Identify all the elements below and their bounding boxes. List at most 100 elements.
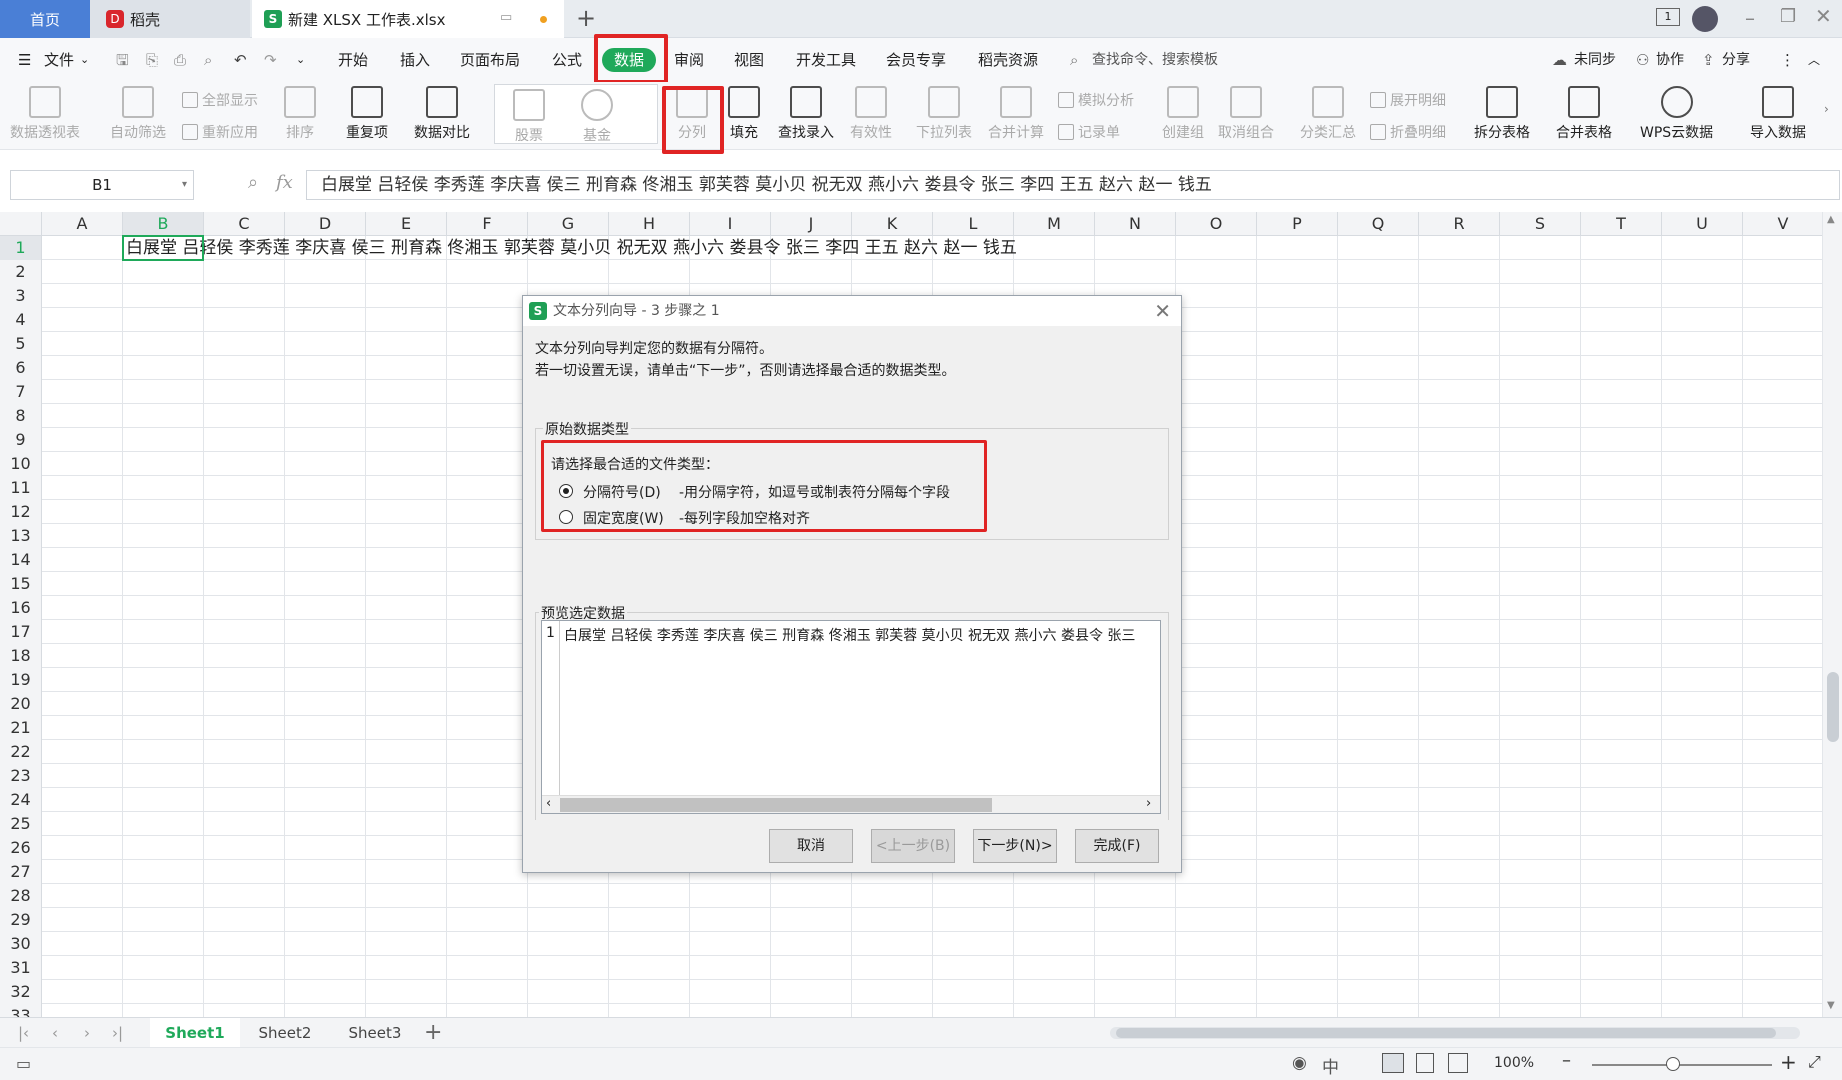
more-icon[interactable]: ⋮ [1780,48,1795,72]
next-sheet-icon[interactable]: › [84,1018,90,1048]
preview-scroll-thumb[interactable] [560,798,992,812]
column-header-v[interactable]: V [1743,212,1822,236]
tab-daoke[interactable]: D 稻壳 [90,0,250,38]
menu-review[interactable]: 审阅 [674,48,704,72]
row-header-25[interactable]: 25 [0,812,42,836]
show-all-button[interactable]: 全部显示 [182,90,258,110]
row-header-16[interactable]: 16 [0,596,42,620]
column-header-t[interactable]: T [1581,212,1662,236]
window-count-icon[interactable]: 1 [1656,8,1680,26]
simulate-button[interactable]: 模拟分析 [1058,90,1134,110]
row-header-8[interactable]: 8 [0,404,42,428]
next-button[interactable]: 下一步(N)> [973,829,1057,863]
wps-cloud-data-button[interactable]: WPS云数据 [1640,86,1713,142]
menu-insert[interactable]: 插入 [400,48,430,72]
restore-icon[interactable]: ❐ [1780,6,1796,27]
scroll-up-icon[interactable]: ▲ [1827,214,1835,225]
fill-button[interactable]: 填充 [728,86,760,142]
finish-button[interactable]: 完成(F) [1075,829,1159,863]
row-header-30[interactable]: 30 [0,932,42,956]
print-icon[interactable]: ⎙ [174,48,186,72]
export-icon[interactable]: ⎘ [146,48,158,72]
vertical-scroll-thumb[interactable] [1827,672,1839,742]
sync-status[interactable]: 未同步 [1574,48,1616,72]
merge-table-button[interactable]: 合并表格 [1556,86,1612,142]
row-header-19[interactable]: 19 [0,668,42,692]
avatar[interactable] [1692,6,1718,32]
row-header-18[interactable]: 18 [0,644,42,668]
share-button[interactable]: 分享 [1722,48,1750,72]
split-table-button[interactable]: 拆分表格 [1474,86,1530,142]
vertical-scrollbar[interactable]: ▲ ▼ [1822,212,1842,1017]
horizontal-scroll-thumb[interactable] [1116,1028,1776,1038]
expand-detail-button[interactable]: 展开明细 [1370,90,1446,110]
column-header-d[interactable]: D [285,212,366,236]
fullscreen-icon[interactable]: ⤢ [1808,1052,1821,1072]
row-header-6[interactable]: 6 [0,356,42,380]
row-header-5[interactable]: 5 [0,332,42,356]
share-icon[interactable]: ⇪ [1702,48,1715,72]
row-header-29[interactable]: 29 [0,908,42,932]
consolidate-button[interactable]: 合并计算 [988,86,1044,142]
column-header-i[interactable]: I [690,212,771,236]
column-header-b[interactable]: B [123,212,204,236]
fx-icon[interactable]: fx [276,172,293,193]
dropdown-list-button[interactable]: 下拉列表 [916,86,972,142]
column-header-l[interactable]: L [933,212,1014,236]
quick-access-chevron-icon[interactable]: ⌄ [296,48,305,72]
minimize-icon[interactable]: – [1745,6,1755,30]
row-header-26[interactable]: 26 [0,836,42,860]
zoom-level[interactable]: 100% [1494,1055,1534,1071]
cloud-sync-icon[interactable]: ☁ [1552,48,1567,72]
row-header-23[interactable]: 23 [0,764,42,788]
close-window-icon[interactable]: ✕ [1815,4,1832,28]
hamburger-icon[interactable]: ☰ [18,48,31,72]
tab-home[interactable]: 首页 [0,0,90,38]
first-sheet-icon[interactable]: |‹ [18,1018,29,1048]
stock-button[interactable]: 股票 [513,89,545,145]
row-header-7[interactable]: 7 [0,380,42,404]
row-header-15[interactable]: 15 [0,572,42,596]
row-header-1[interactable]: 1 [0,236,42,260]
save-icon[interactable]: 🖫 [116,48,129,72]
new-tab-plus-icon[interactable]: + [576,4,596,32]
formula-input[interactable]: 白展堂 吕轻侯 李秀莲 李庆喜 侯三 刑育森 佟湘玉 郭芙蓉 莫小贝 祝无双 燕… [306,170,1840,200]
collab-button[interactable]: 协作 [1656,48,1684,72]
duplicates-button[interactable]: 重复项 [346,86,388,142]
redo-icon[interactable]: ↷ [264,48,277,72]
column-header-o[interactable]: O [1176,212,1257,236]
column-header-n[interactable]: N [1095,212,1176,236]
row-header-14[interactable]: 14 [0,548,42,572]
row-header-17[interactable]: 17 [0,620,42,644]
ungroup-button[interactable]: 取消组合 [1218,86,1274,142]
preview-hscrollbar[interactable]: ‹ › [542,795,1160,813]
menu-formula[interactable]: 公式 [552,48,582,72]
collab-icon[interactable]: ⚇ [1636,48,1649,72]
tab-document[interactable]: S 新建 XLSX 工作表.xlsx ▭ [252,0,564,38]
row-header-24[interactable]: 24 [0,788,42,812]
column-header-r[interactable]: R [1419,212,1500,236]
column-header-p[interactable]: P [1257,212,1338,236]
zoom-in-icon[interactable]: + [1780,1050,1797,1074]
preview-icon[interactable]: ⌕ [204,48,212,72]
row-header-3[interactable]: 3 [0,284,42,308]
column-header-f[interactable]: F [447,212,528,236]
row-header-33[interactable]: 33 [0,1004,42,1017]
create-group-button[interactable]: 创建组 [1162,86,1204,142]
column-header-h[interactable]: H [609,212,690,236]
macro-record-icon[interactable]: ▭ [16,1054,31,1073]
chevron-down-icon[interactable]: ⌄ [80,48,89,72]
name-box[interactable]: B1 ▾ [10,170,194,200]
column-header-q[interactable]: Q [1338,212,1419,236]
row-header-31[interactable]: 31 [0,956,42,980]
record-form-button[interactable]: 记录单 [1058,122,1120,142]
row-header-4[interactable]: 4 [0,308,42,332]
menu-start[interactable]: 开始 [338,48,368,72]
normal-view-icon[interactable] [1382,1053,1404,1073]
row-header-10[interactable]: 10 [0,452,42,476]
menu-member[interactable]: 会员专享 [886,48,946,72]
column-header-e[interactable]: E [366,212,447,236]
row-header-11[interactable]: 11 [0,476,42,500]
zoom-slider-thumb[interactable] [1666,1057,1680,1071]
undo-icon[interactable]: ↶ [234,48,247,72]
